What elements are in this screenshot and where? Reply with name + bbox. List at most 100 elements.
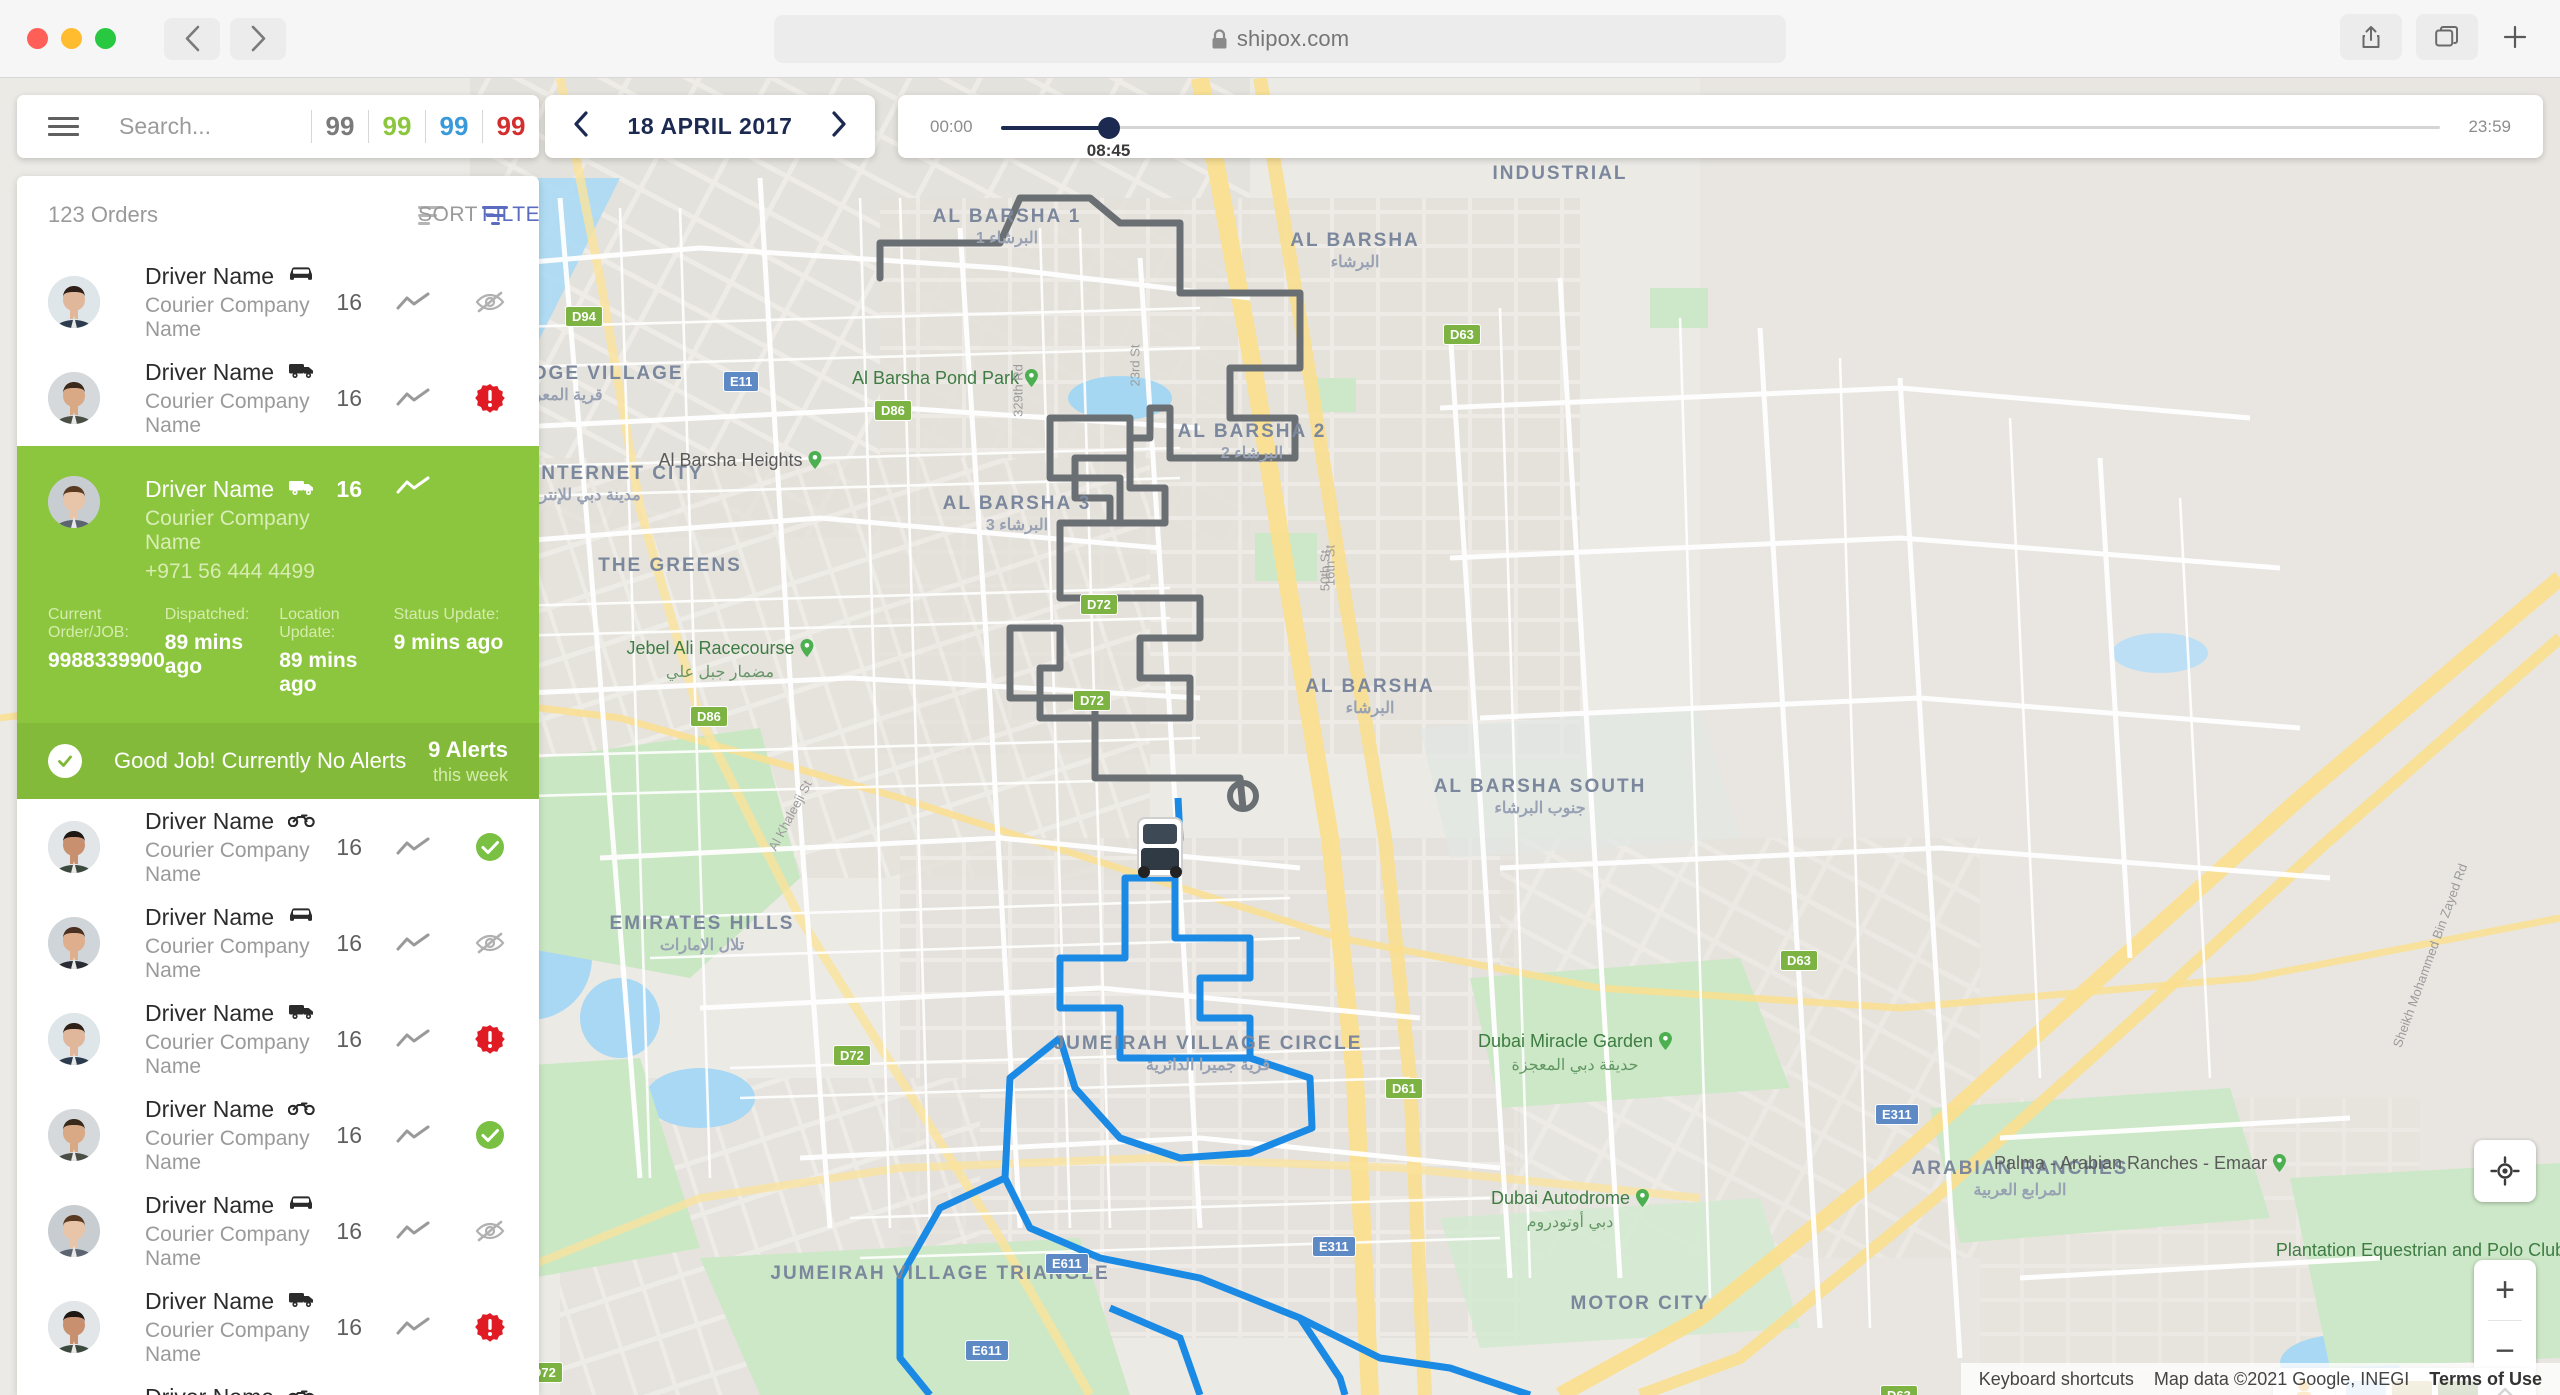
road-shield: D72 [1080, 594, 1118, 615]
keyboard-shortcuts-link[interactable]: Keyboard shortcuts [1969, 1369, 2144, 1390]
terms-of-use-link[interactable]: Terms of Use [2419, 1369, 2552, 1390]
driver-row[interactable]: Driver NameCourier Company Name16 [17, 1087, 539, 1183]
road-shield: D61 [1385, 1078, 1423, 1099]
driver-status-check-icon[interactable] [472, 1120, 508, 1150]
hamburger-menu-icon[interactable] [48, 117, 79, 136]
alert-icon [475, 384, 505, 413]
avatar [48, 1109, 100, 1161]
trend-chart-icon [396, 933, 430, 951]
driver-company: Courier Company Name [145, 1030, 310, 1078]
driver-trend-button[interactable] [396, 837, 432, 857]
driver-trend-button[interactable] [396, 476, 432, 496]
driver-trend-button[interactable] [396, 388, 432, 408]
selected-driver-stats: Current Order/JOB: 9988339900 Dispatched: 8… [17, 606, 539, 723]
date-navigator: 18 APRIL 2017 [545, 95, 875, 158]
motorcycle-icon [288, 1389, 315, 1395]
driver-row[interactable]: Driver NameCourier Company Name16 [17, 350, 539, 446]
driver-name: Driver Name [145, 999, 275, 1026]
avatar [48, 917, 100, 969]
driver-row[interactable]: Driver NameCourier Company Name16 [17, 1279, 539, 1375]
driver-trend-button[interactable] [396, 292, 432, 312]
stat-value: 89 mins ago [164, 631, 244, 678]
counter-total[interactable]: 99 [312, 111, 368, 142]
motorcycle-icon [287, 813, 315, 827]
car-icon [290, 1196, 313, 1209]
driver-row[interactable]: Driver NameCourier Company Name16 [17, 254, 539, 350]
driver-name: Driver Name [145, 1191, 275, 1218]
truck-icon [288, 1002, 315, 1025]
motorcycle-icon [288, 1387, 315, 1395]
maximize-window-button[interactable] [95, 28, 116, 49]
driver-status-eye-off-icon[interactable] [472, 931, 508, 955]
driver-trend-button[interactable] [396, 1317, 432, 1337]
forward-button[interactable] [230, 17, 286, 60]
check-icon [476, 1121, 504, 1149]
share-icon [2362, 26, 2380, 48]
driver-company: Courier Company Name [145, 1222, 310, 1270]
alerts-message: Good Job! Currently No Alerts [114, 748, 407, 773]
driver-status-check-icon[interactable] [472, 832, 508, 862]
timeline-current-label: 08:45 [1086, 141, 1131, 160]
road-shield: E311 [1312, 1236, 1356, 1257]
sort-button[interactable]: SORT [418, 203, 477, 226]
avatar [48, 276, 100, 328]
driver-row-selected[interactable]: Driver Name Courier Company Name +971 56 4… [17, 446, 539, 606]
driver-company: Courier Company Name [145, 507, 310, 554]
driver-trend-button[interactable] [396, 933, 432, 953]
driver-status-alert-icon[interactable] [472, 1024, 508, 1054]
address-bar[interactable]: shipox.com [774, 15, 1786, 63]
driver-row[interactable]: Driver NameCourier Company Name16 [17, 1183, 539, 1279]
next-date-button[interactable] [831, 110, 847, 143]
counter-completed[interactable]: 99 [369, 111, 425, 142]
driver-row[interactable]: Driver NameCourier Company Name16 [17, 895, 539, 991]
driver-name: Driver Name [145, 1095, 275, 1122]
driver-status-alert-icon[interactable] [472, 383, 508, 413]
driver-phone[interactable]: +971 56 444 4499 [145, 560, 316, 584]
status-counters: 99 99 99 99 [311, 110, 539, 143]
previous-date-button[interactable] [573, 110, 589, 143]
driver-row[interactable]: Driver NameCourier Company Name16 [17, 991, 539, 1087]
minimize-window-button[interactable] [61, 28, 82, 49]
filter-button[interactable]: FILTER [482, 203, 539, 226]
alert-icon [475, 1025, 505, 1054]
driver-name-line: Driver Name [145, 263, 316, 290]
driver-trend-button[interactable] [396, 1125, 432, 1145]
counter-alerts[interactable]: 99 [483, 111, 539, 142]
new-tab-button[interactable] [2492, 14, 2538, 60]
close-window-button[interactable] [27, 28, 48, 49]
map-attribution: Keyboard shortcuts Map data ©2021 Google… [1960, 1363, 2560, 1395]
my-location-button[interactable] [2474, 1140, 2536, 1202]
driver-status-eye-off-icon[interactable] [472, 1219, 508, 1243]
truck-icon [288, 1290, 315, 1313]
timeline-knob[interactable] [1097, 117, 1120, 139]
sort-icon [418, 205, 444, 225]
back-button[interactable] [164, 17, 220, 60]
driver-trend-button[interactable] [396, 1029, 432, 1049]
road-shield: D63 [1880, 1385, 1918, 1395]
share-button[interactable] [2340, 14, 2402, 60]
plus-icon [2503, 25, 2527, 49]
driver-status-eye-off-icon[interactable] [472, 290, 508, 314]
timeline-track[interactable] [1000, 126, 2441, 129]
driver-name: Driver Name [145, 358, 275, 385]
driver-order-count: 16 [336, 384, 362, 411]
search-input[interactable] [119, 113, 269, 140]
driver-trend-button[interactable] [396, 1221, 432, 1241]
car-icon [290, 908, 313, 921]
selected-driver-card[interactable]: Driver Name Courier Company Name +971 56 4… [17, 446, 539, 799]
driver-row[interactable]: Driver NameCourier Company Name16 [17, 1375, 539, 1395]
alerts-banner[interactable]: Good Job! Currently No Alerts 9 Alerts thi… [17, 723, 539, 799]
driver-status-alert-icon[interactable] [472, 1312, 508, 1342]
tabs-button[interactable] [2416, 14, 2478, 60]
truck-icon [289, 1004, 314, 1019]
truck-icon [288, 478, 315, 501]
timeline-track-wrapper[interactable]: 08:45 [1000, 95, 2441, 160]
counter-in-progress[interactable]: 99 [426, 111, 482, 142]
driver-row[interactable]: Driver NameCourier Company Name16 [17, 799, 539, 895]
driver-order-count: 16 [336, 833, 362, 860]
road-shield: E611 [965, 1340, 1009, 1361]
driver-name-line: Driver Name [145, 808, 316, 835]
orders-panel: 123 Orders SORT FILTER Driver Name Courie… [17, 176, 539, 1395]
zoom-in-button[interactable]: + [2474, 1260, 2536, 1320]
driver-order-count: 16 [336, 476, 362, 502]
